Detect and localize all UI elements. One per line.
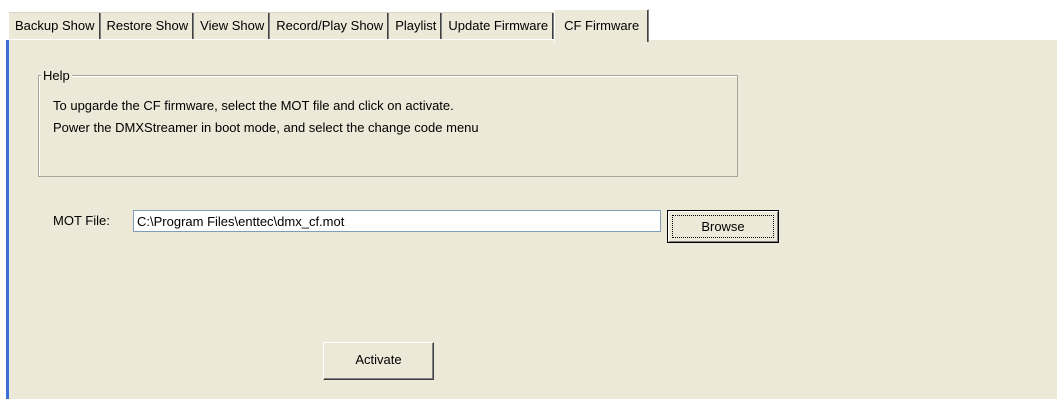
browse-button[interactable]: Browse	[667, 210, 779, 243]
mot-file-input[interactable]	[133, 210, 661, 232]
activate-button[interactable]: Activate	[323, 342, 434, 380]
tab-bar: Backup Show Restore Show View Show Recor…	[9, 9, 1057, 42]
tab-playlist[interactable]: Playlist	[389, 13, 443, 39]
tab-update-firmware[interactable]: Update Firmware	[442, 13, 555, 39]
help-text-line-1: To upgarde the CF firmware, select the M…	[53, 98, 454, 113]
browse-button-label: Browse	[672, 215, 774, 238]
tab-cf-firmware[interactable]: CF Firmware	[554, 9, 650, 42]
help-text-line-2: Power the DMXStreamer in boot mode, and …	[53, 120, 479, 135]
cf-firmware-panel: Help To upgarde the CF firmware, select …	[9, 40, 1057, 399]
tab-view-show[interactable]: View Show	[194, 13, 271, 39]
mot-file-label: MOT File:	[53, 213, 110, 228]
tab-record-play-show[interactable]: Record/Play Show	[270, 13, 390, 39]
tab-restore-show[interactable]: Restore Show	[100, 13, 195, 39]
tab-row: Backup Show Restore Show View Show Recor…	[9, 9, 650, 42]
cf-firmware-window: Backup Show Restore Show View Show Recor…	[0, 0, 1057, 399]
tab-backup-show[interactable]: Backup Show	[9, 13, 101, 39]
help-groupbox-title: Help	[41, 68, 72, 83]
